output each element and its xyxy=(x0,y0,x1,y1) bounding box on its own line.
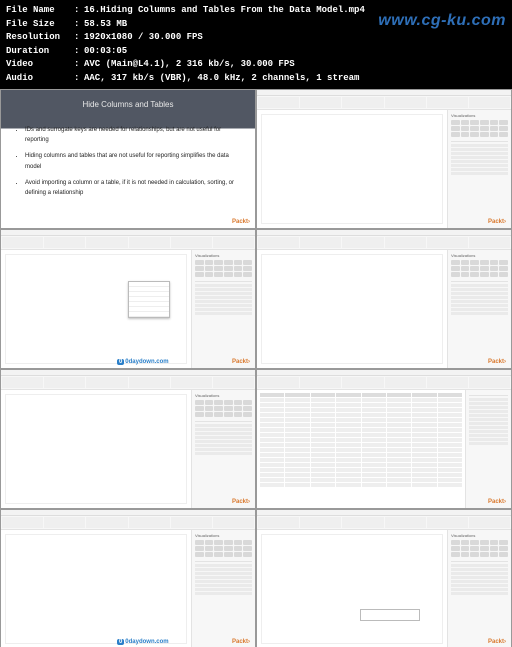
zdaydown-watermark: 00daydown.com xyxy=(117,639,169,645)
thumb-app: Visualizations Packt› xyxy=(256,509,512,647)
right-panel: Visualizations xyxy=(447,110,511,228)
packt-brand: Packt› xyxy=(232,359,250,365)
slide-bullet: Hiding columns and tables that are not u… xyxy=(25,151,243,171)
slide-bullet: Avoid importing a column or a table, if … xyxy=(25,178,243,198)
data-grid xyxy=(257,390,465,508)
site-watermark: www.cg-ku.com xyxy=(378,12,506,30)
thumbnail-grid: Hide Columns and Tables IDs and surrogat… xyxy=(0,89,512,647)
report-canvas xyxy=(5,254,187,364)
report-canvas xyxy=(5,394,187,504)
slide-bullet: IDs and surrogate keys are needed for re… xyxy=(25,125,243,145)
context-menu xyxy=(128,281,170,318)
packt-brand: Packt› xyxy=(232,499,250,505)
meta-label: File Name xyxy=(6,4,74,18)
thumb-app: Visualizations 00daydown.com Packt› xyxy=(0,509,256,647)
meta-row-resolution: Resolution : 1920x1080 / 30.000 FPS xyxy=(6,31,506,45)
thumb-slide: Hide Columns and Tables IDs and surrogat… xyxy=(0,89,256,229)
zdaydown-watermark: 00daydown.com xyxy=(117,359,169,365)
slide-bullets: IDs and surrogate keys are needed for re… xyxy=(1,109,255,204)
thumb-app: Visualizations 00daydown.com Packt› xyxy=(0,229,256,369)
viz-panel-head: Visualizations xyxy=(451,113,508,118)
packt-brand: Packt› xyxy=(488,639,506,645)
meta-row-video: Video : AVC (Main@L4.1), 2 316 kb/s, 30.… xyxy=(6,58,506,72)
thumb-app: Visualizations Packt› xyxy=(0,369,256,509)
tooltip xyxy=(360,609,420,621)
packt-brand: Packt› xyxy=(488,219,506,225)
packt-brand: Packt› xyxy=(488,359,506,365)
meta-row-duration: Duration : 00:03:05 xyxy=(6,45,506,59)
thumb-app: Visualizations Packt› xyxy=(256,229,512,369)
thumb-app: Visualizations Packt› xyxy=(256,89,512,229)
ribbon xyxy=(257,96,511,110)
report-canvas xyxy=(261,114,443,224)
report-canvas xyxy=(261,534,443,644)
thumb-app-data: Packt› xyxy=(256,369,512,509)
report-canvas xyxy=(261,254,443,364)
packt-brand: Packt› xyxy=(488,499,506,505)
meta-row-audio: Audio : AAC, 317 kb/s (VBR), 48.0 kHz, 2… xyxy=(6,72,506,86)
packt-brand: Packt› xyxy=(232,219,250,225)
report-canvas xyxy=(5,534,187,644)
packt-brand: Packt› xyxy=(232,639,250,645)
slide-title: Hide Columns and Tables xyxy=(1,90,255,109)
